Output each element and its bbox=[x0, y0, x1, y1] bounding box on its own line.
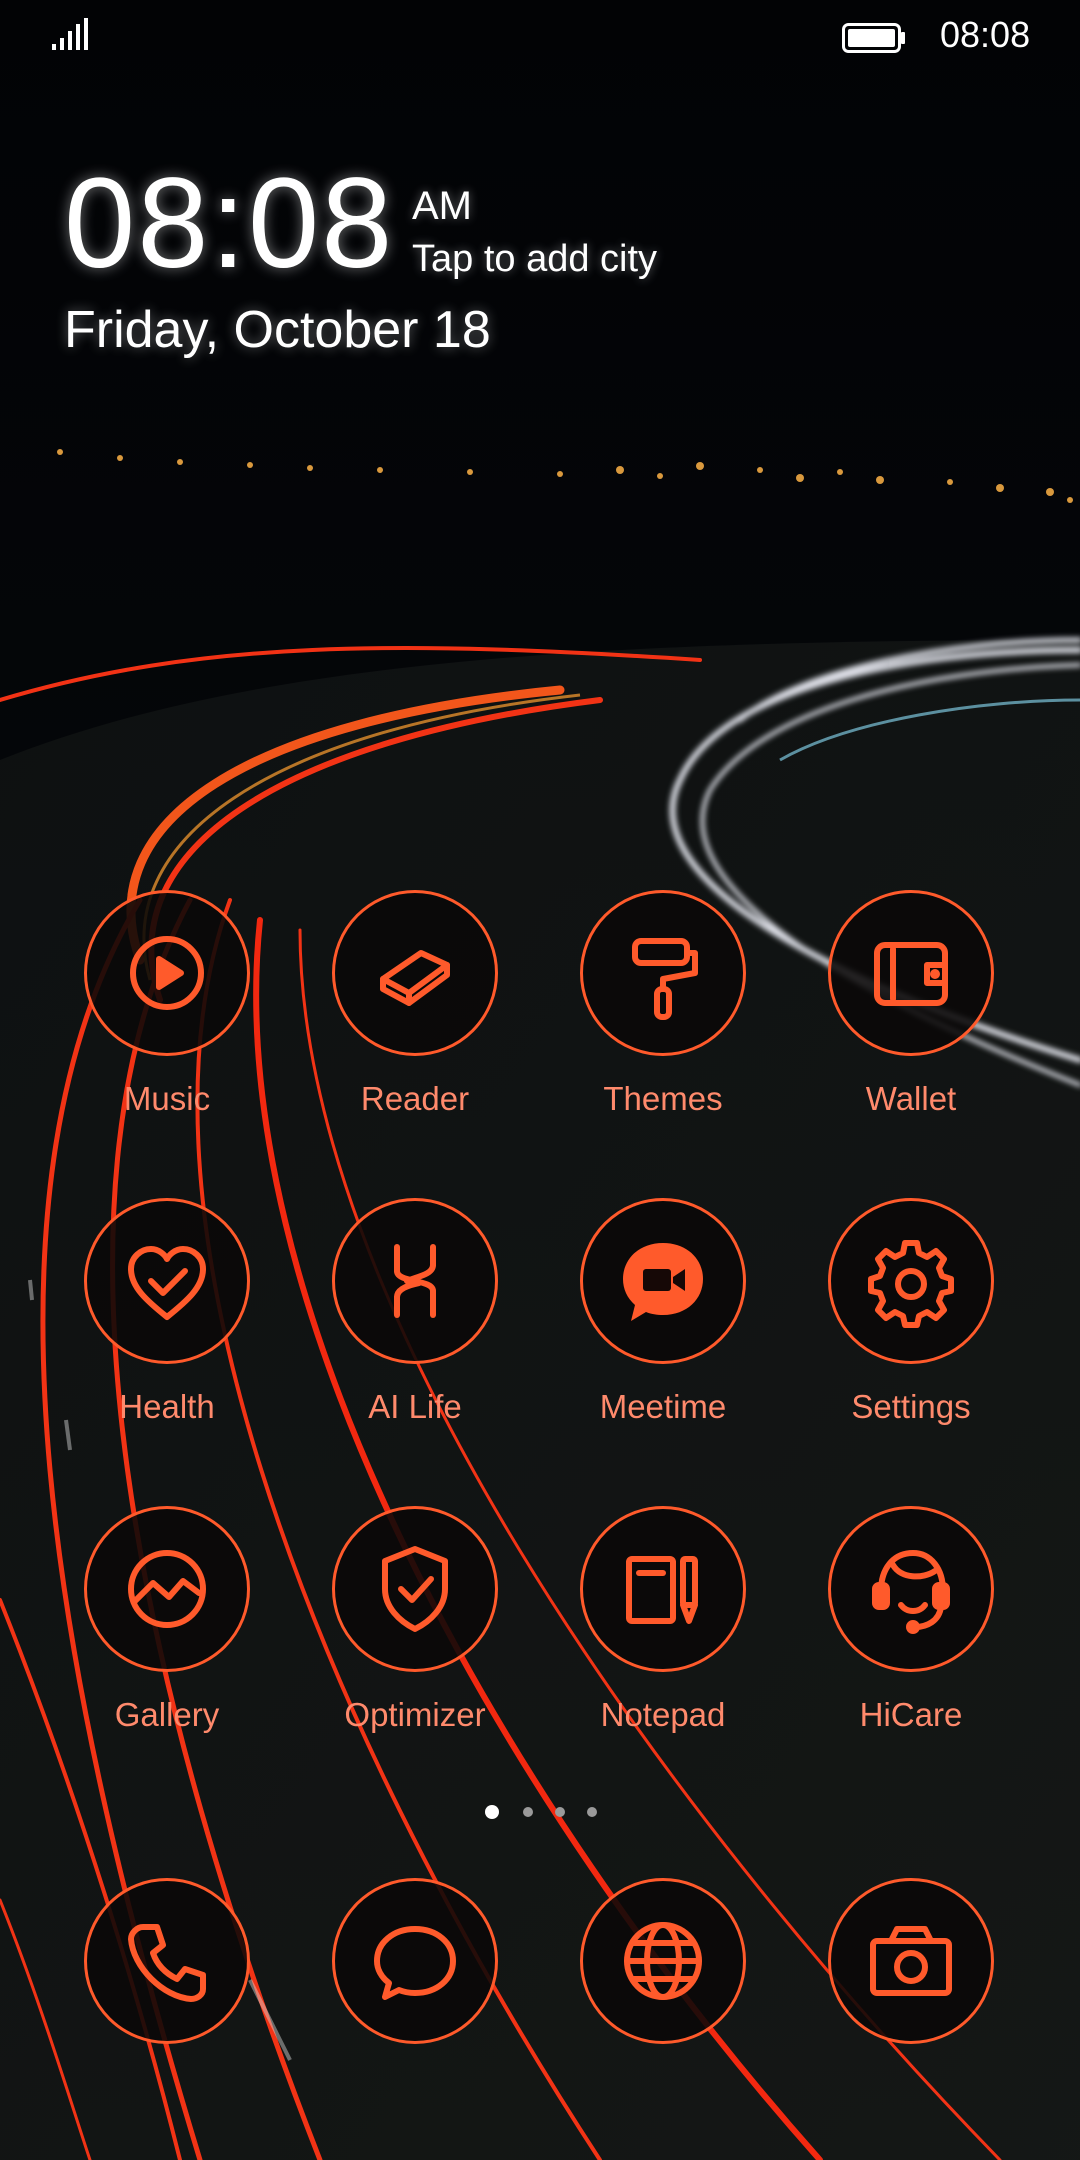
headset-icon bbox=[872, 1550, 950, 1634]
message-icon bbox=[374, 1926, 456, 2000]
app-label: Notepad bbox=[600, 1696, 726, 1733]
page-dot bbox=[555, 1807, 565, 1817]
phone-icon bbox=[128, 1924, 206, 2002]
app-label: Wallet bbox=[865, 1080, 957, 1117]
app-hicare[interactable]: HiCare bbox=[800, 1506, 1020, 1766]
page-dot bbox=[523, 1807, 533, 1817]
app-gallery[interactable]: Gallery bbox=[56, 1506, 276, 1766]
signal-strength-icon bbox=[52, 18, 88, 50]
gear-icon bbox=[868, 1240, 954, 1328]
app-label: AI Life bbox=[368, 1388, 462, 1425]
app-music[interactable]: Music bbox=[56, 890, 276, 1150]
app-label: Reader bbox=[360, 1080, 470, 1117]
app-label: Gallery bbox=[114, 1696, 220, 1733]
dock-messages[interactable] bbox=[304, 1878, 524, 2048]
app-optimizer[interactable]: Optimizer bbox=[304, 1506, 524, 1766]
app-health[interactable]: Health bbox=[56, 1198, 276, 1458]
clock-date[interactable]: Friday, October 18 bbox=[64, 300, 491, 360]
paint-roller-icon bbox=[632, 938, 698, 1020]
app-notepad[interactable]: Notepad bbox=[552, 1506, 772, 1766]
app-label: Optimizer bbox=[344, 1696, 486, 1733]
page-dot-active bbox=[485, 1805, 499, 1819]
video-chat-icon bbox=[623, 1243, 703, 1321]
gallery-icon bbox=[128, 1550, 206, 1628]
app-ai-life[interactable]: AI Life bbox=[304, 1198, 524, 1458]
clock-ampm: AM bbox=[412, 184, 472, 228]
add-city-link[interactable]: Tap to add city bbox=[412, 238, 657, 281]
app-label: Settings bbox=[851, 1388, 971, 1425]
app-label: Music bbox=[123, 1080, 211, 1117]
page-dot bbox=[587, 1807, 597, 1817]
browser-globe-icon bbox=[624, 1922, 702, 2000]
dock-browser[interactable] bbox=[552, 1878, 772, 2048]
book-icon bbox=[380, 950, 450, 1006]
app-label: HiCare bbox=[859, 1696, 963, 1733]
status-time: 08:08 bbox=[940, 14, 1031, 55]
status-bar: 08:08 bbox=[0, 0, 1080, 75]
app-meetime[interactable]: Meetime bbox=[552, 1198, 772, 1458]
shield-check-icon bbox=[382, 1546, 448, 1632]
app-wallet[interactable]: Wallet bbox=[800, 890, 1020, 1150]
camera-icon bbox=[870, 1926, 952, 1996]
battery-icon bbox=[842, 23, 905, 53]
ai-life-icon bbox=[394, 1244, 436, 1318]
clock-time[interactable]: 08:08 bbox=[64, 150, 394, 297]
notepad-icon bbox=[626, 1556, 698, 1624]
app-label: Health bbox=[119, 1388, 215, 1425]
app-themes[interactable]: Themes bbox=[552, 890, 772, 1150]
heart-check-icon bbox=[128, 1246, 206, 1320]
page-indicator[interactable] bbox=[0, 1800, 1080, 1824]
dock-camera[interactable] bbox=[800, 1878, 1020, 2048]
app-reader[interactable]: Reader bbox=[304, 890, 524, 1150]
wallet-icon bbox=[874, 942, 948, 1006]
app-settings[interactable]: Settings bbox=[800, 1198, 1020, 1458]
app-label: Meetime bbox=[599, 1388, 727, 1425]
app-label: Themes bbox=[603, 1080, 723, 1117]
music-play-icon bbox=[130, 936, 204, 1010]
dock-phone[interactable] bbox=[56, 1878, 276, 2048]
